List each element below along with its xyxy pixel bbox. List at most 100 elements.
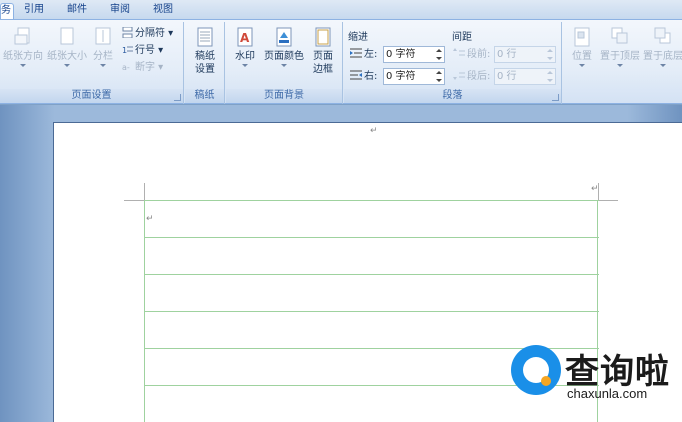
- dialog-launcher-icon[interactable]: [174, 94, 181, 101]
- line-numbers-label: 行号: [135, 45, 155, 56]
- size-button[interactable]: 纸张大小: [46, 26, 88, 67]
- columns-label: 分栏: [93, 51, 113, 62]
- breaks-button[interactable]: 分隔符 ▾: [122, 27, 173, 41]
- paint-bucket-icon: [276, 27, 292, 47]
- dialog-launcher-icon[interactable]: [552, 94, 559, 101]
- tab-mailings[interactable]: 邮件: [67, 3, 87, 20]
- page-break-icon: [122, 27, 133, 38]
- paragraph-mark: ↵: [591, 184, 599, 194]
- crop-mark: [598, 200, 618, 201]
- indent-right-label: 右:: [350, 69, 377, 84]
- page-color-button[interactable]: 页面颜色: [262, 26, 306, 67]
- position-icon: [574, 27, 590, 47]
- indent-right-icon: [350, 70, 362, 80]
- position-button[interactable]: 位置: [567, 26, 597, 67]
- spinner-arrows-icon[interactable]: [547, 48, 553, 61]
- ribbon: 纸张方向 纸张大小 分栏 分隔符 ▾ 1 行号 ▾ a- 断字 ▾ 页面设置 稿纸设…: [0, 19, 682, 104]
- send-back-label: 置于底层: [643, 51, 682, 62]
- search-logo-icon: [511, 345, 561, 395]
- crop-mark: [144, 183, 145, 200]
- hyphenation-icon: a-: [122, 63, 130, 72]
- svg-text:1: 1: [122, 46, 127, 55]
- indent-left-input[interactable]: 0 字符: [383, 46, 445, 63]
- paragraph-mark: ↵: [146, 214, 154, 224]
- paragraph-mark: ↵: [370, 126, 378, 136]
- chevron-down-icon: [242, 64, 248, 67]
- hyphenation-button[interactable]: a- 断字 ▾: [122, 61, 163, 75]
- draft-paper-button[interactable]: 稿纸设置: [189, 26, 221, 76]
- spinner-arrows-icon[interactable]: [436, 48, 442, 61]
- indent-title: 缩进: [348, 32, 368, 43]
- chevron-down-icon: [100, 64, 106, 67]
- spacing-after-label: 段后:: [453, 69, 490, 84]
- spacing-after-icon: [453, 72, 465, 80]
- spacing-title: 间距: [452, 32, 472, 43]
- group-draft-paper: 稿纸设置 稿纸: [185, 22, 225, 104]
- tab-review[interactable]: 审阅: [110, 3, 130, 20]
- bring-to-front-icon: [611, 27, 628, 44]
- chevron-down-icon: [281, 64, 287, 67]
- send-back-button[interactable]: 置于底层: [643, 26, 682, 67]
- position-label: 位置: [572, 51, 592, 62]
- watermark-button[interactable]: A 水印: [232, 26, 258, 67]
- orientation-button[interactable]: 纸张方向: [2, 26, 44, 67]
- columns-button[interactable]: 分栏: [90, 26, 116, 67]
- indent-right-value: 0 字符: [386, 71, 416, 82]
- watermark-url: chaxunla.com: [567, 386, 648, 401]
- grid-line: [145, 311, 599, 312]
- spinner-arrows-icon[interactable]: [436, 70, 442, 83]
- page-orientation-icon: [14, 27, 30, 45]
- group-label-page-setup: 页面设置: [0, 89, 183, 103]
- grid-line: [145, 237, 599, 238]
- page-borders-label: 页面边框: [313, 51, 333, 75]
- chevron-down-icon: [20, 64, 26, 67]
- columns-icon: [95, 27, 111, 45]
- spacing-before-label: 段前:: [453, 47, 490, 62]
- indent-left-text: 左:: [364, 49, 378, 60]
- group-page-setup: 纸张方向 纸张大小 分栏 分隔符 ▾ 1 行号 ▾ a- 断字 ▾ 页面设置: [0, 22, 184, 104]
- line-numbers-button[interactable]: 1 行号 ▾: [122, 44, 163, 58]
- spinner-arrows-icon[interactable]: [547, 70, 553, 83]
- watermark-icon: A: [237, 27, 253, 47]
- page-color-label: 页面颜色: [264, 51, 304, 62]
- spacing-after-value: 0 行: [497, 71, 517, 82]
- group-label-page-background: 页面背景: [226, 89, 342, 103]
- group-label-paragraph: 段落: [344, 89, 561, 103]
- line-numbers-icon: 1: [122, 46, 133, 55]
- breaks-label: 分隔符: [135, 28, 165, 39]
- page-borders-button[interactable]: 页面边框: [310, 26, 336, 76]
- tab-page-layout[interactable]: 务: [0, 3, 14, 20]
- chevron-down-icon: [579, 64, 585, 67]
- page-borders-icon: [315, 27, 331, 47]
- tab-references[interactable]: 引用: [24, 3, 44, 20]
- send-to-back-icon: [654, 27, 671, 44]
- hyphenation-label: 断字: [135, 62, 155, 73]
- spacing-before-text: 段前:: [467, 49, 491, 60]
- indent-right-input[interactable]: 0 字符: [383, 68, 445, 85]
- bring-front-button[interactable]: 置于顶层: [599, 26, 641, 67]
- chevron-down-icon: [64, 64, 70, 67]
- spacing-after-input[interactable]: 0 行: [494, 68, 556, 85]
- orientation-label: 纸张方向: [3, 51, 43, 62]
- indent-right-text: 右:: [364, 71, 378, 82]
- logo-dot-icon: [541, 376, 551, 386]
- indent-left-value: 0 字符: [386, 49, 416, 60]
- group-label-draft-paper: 稿纸: [185, 89, 224, 103]
- draft-paper-label: 稿纸设置: [195, 51, 215, 75]
- grid-line: [145, 274, 599, 275]
- chevron-down-icon: [617, 64, 623, 67]
- spacing-before-icon: [453, 48, 465, 56]
- spacing-before-value: 0 行: [497, 49, 517, 60]
- indent-left-label: 左:: [350, 47, 377, 62]
- tab-view[interactable]: 视图: [153, 3, 173, 20]
- size-label: 纸张大小: [47, 51, 87, 62]
- draft-paper-icon: [197, 27, 213, 47]
- indent-left-icon: [350, 48, 362, 58]
- group-arrange: 位置 置于顶层 置于底层: [563, 22, 682, 104]
- spacing-before-input[interactable]: 0 行: [494, 46, 556, 63]
- svg-text:A: A: [240, 31, 250, 45]
- spacing-after-text: 段后:: [467, 71, 491, 82]
- page-size-icon: [60, 27, 74, 45]
- ribbon-tab-bar: 务 引用 邮件 审阅 视图: [0, 0, 682, 20]
- watermark-label: 水印: [235, 51, 255, 62]
